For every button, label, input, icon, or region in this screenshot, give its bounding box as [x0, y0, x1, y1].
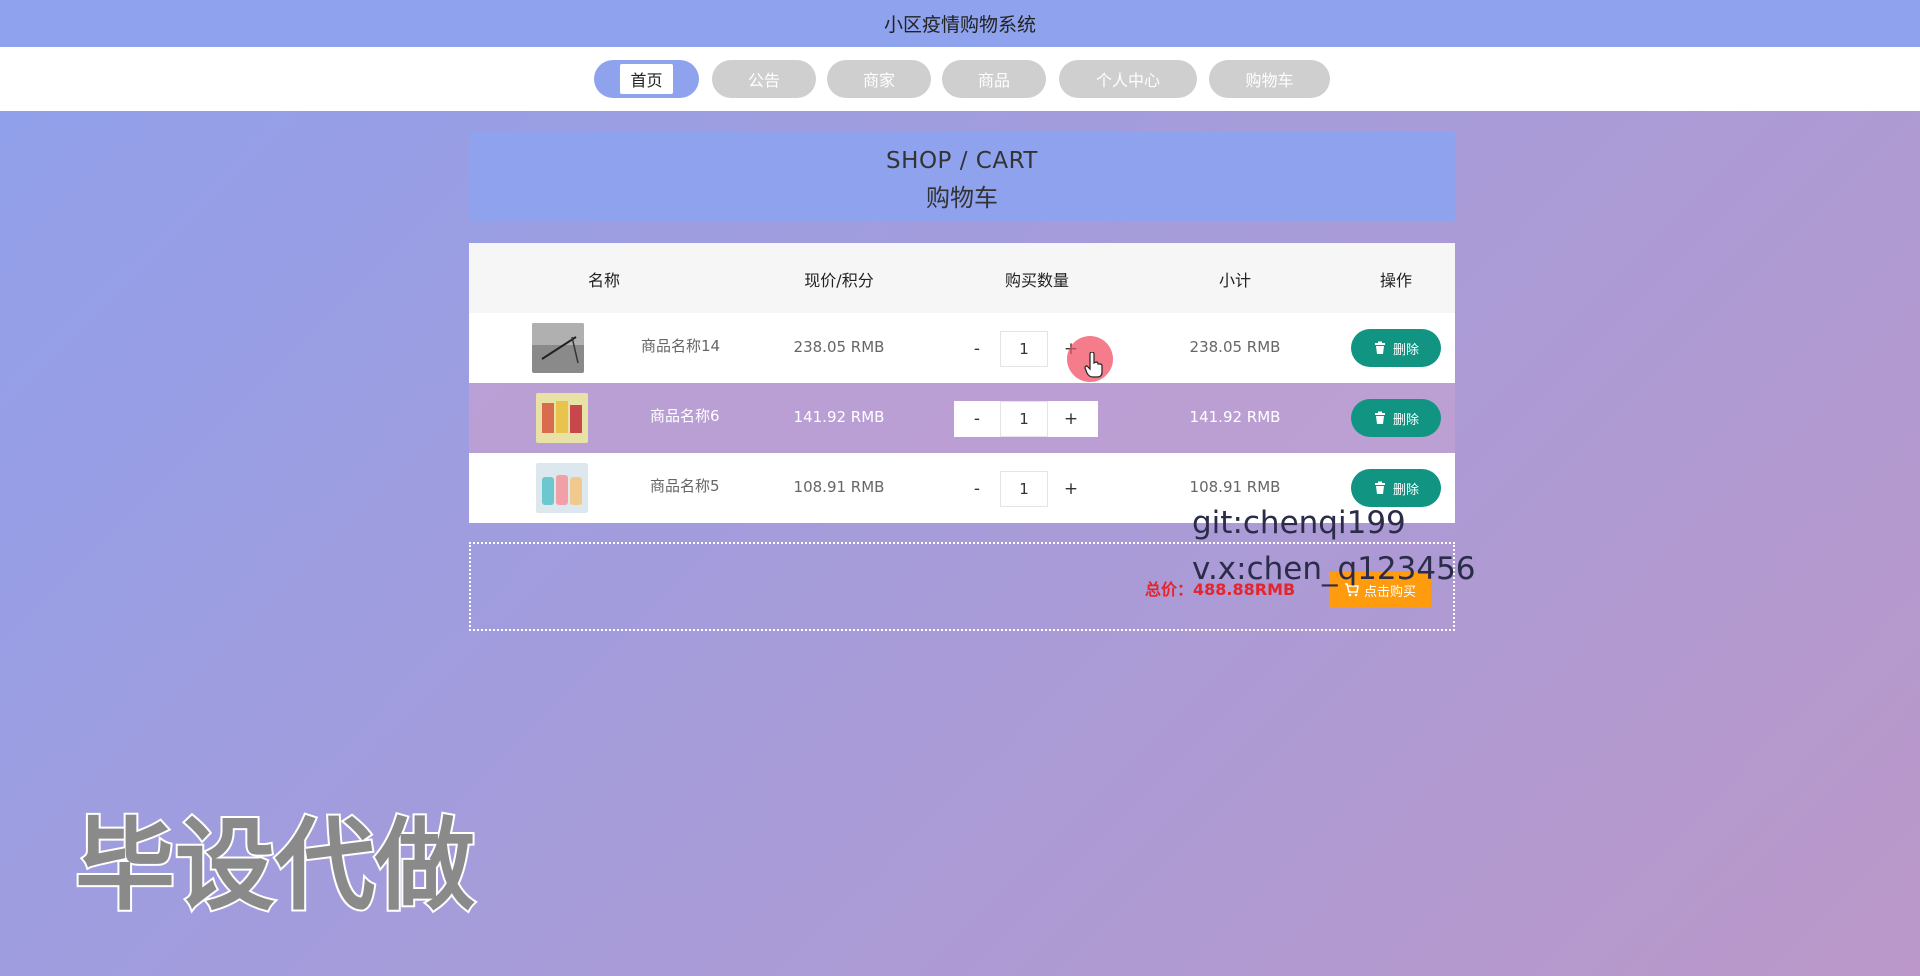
- nav-item-label: 商家: [852, 64, 905, 94]
- nav-item-notice[interactable]: 公告: [712, 60, 816, 98]
- header-qty: 购买数量: [1004, 271, 1070, 290]
- total-label: 总价：: [1145, 580, 1194, 599]
- nav-item-label: 首页: [620, 64, 673, 94]
- qty-minus-button[interactable]: -: [954, 339, 1000, 359]
- nav-item-label: 购物车: [1235, 64, 1304, 94]
- delete-button[interactable]: 删除: [1351, 399, 1441, 437]
- hand-cursor-icon: [1084, 352, 1103, 378]
- product-image: [536, 393, 588, 443]
- trash-icon: [1374, 481, 1385, 494]
- section-title-en: SHOP / CART: [886, 148, 1038, 174]
- title-bar: 小区疫情购物系统: [0, 0, 1920, 47]
- section-header: SHOP / CART 购物车: [469, 131, 1455, 221]
- qty-minus-button[interactable]: -: [954, 479, 1000, 499]
- qty-input[interactable]: 1: [1000, 471, 1048, 507]
- nav-item-cart[interactable]: 购物车: [1209, 60, 1330, 98]
- cart-table-header: 名称 现价/积分 购买数量 小计 操作: [469, 243, 1455, 313]
- nav-item-home[interactable]: 首页: [594, 60, 699, 98]
- delete-label: 删除: [1392, 412, 1419, 428]
- product-subtotal: 238.05 RMB: [1189, 338, 1281, 356]
- delete-button[interactable]: 删除: [1351, 469, 1441, 507]
- product-name: 商品名称14: [641, 337, 721, 355]
- table-row: 商品名称14 238.05 RMB - 1 + 238.05 RMB 删除: [469, 313, 1455, 383]
- nav-item-profile[interactable]: 个人中心: [1059, 60, 1197, 98]
- header-action: 操作: [1379, 271, 1413, 290]
- table-row: 商品名称6 141.92 RMB - 1 + 141.92 RMB 删除: [469, 383, 1455, 453]
- qty-plus-button[interactable]: +: [1048, 409, 1094, 429]
- overlay-vx-text: v.x:chen_q123456: [1192, 551, 1476, 587]
- delete-label: 删除: [1392, 342, 1419, 358]
- product-image: [532, 323, 584, 373]
- delete-button[interactable]: 删除: [1351, 329, 1441, 367]
- app-title: 小区疫情购物系统: [883, 14, 1036, 36]
- nav-item-label: 商品: [967, 64, 1020, 94]
- product-price: 108.91 RMB: [793, 478, 885, 496]
- qty-input[interactable]: 1: [1000, 331, 1048, 367]
- nav-item-products[interactable]: 商品: [942, 60, 1046, 98]
- product-image: [536, 463, 588, 513]
- cart-table: 名称 现价/积分 购买数量 小计 操作 商品名称14 238.05 RMB - …: [469, 243, 1455, 523]
- section-title-cn: 购物车: [926, 184, 998, 212]
- trash-icon: [1374, 341, 1385, 354]
- qty-input[interactable]: 1: [1000, 401, 1048, 437]
- nav-item-merchant[interactable]: 商家: [827, 60, 931, 98]
- nav-item-label: 个人中心: [1085, 64, 1170, 94]
- header-subtotal: 小计: [1218, 271, 1252, 290]
- delete-label: 删除: [1392, 482, 1419, 498]
- product-subtotal: 108.91 RMB: [1189, 478, 1281, 496]
- header-price: 现价/积分: [804, 271, 874, 290]
- quantity-stepper: - 1 +: [954, 471, 1098, 507]
- quantity-stepper: - 1 +: [954, 401, 1098, 437]
- header-name: 名称: [587, 271, 621, 290]
- qty-plus-button[interactable]: +: [1048, 479, 1094, 499]
- product-price: 238.05 RMB: [793, 338, 885, 356]
- product-name: 商品名称5: [650, 477, 720, 495]
- overlay-git-text: git:chenqi199: [1192, 505, 1406, 541]
- product-name: 商品名称6: [650, 407, 720, 425]
- qty-minus-button[interactable]: -: [954, 409, 1000, 429]
- watermark: 毕设代做: [73, 805, 477, 920]
- product-price: 141.92 RMB: [793, 408, 885, 426]
- watermark-text: 毕设代做: [75, 807, 475, 920]
- product-subtotal: 141.92 RMB: [1189, 408, 1281, 426]
- nav-bar: 首页 公告 商家 商品 个人中心 购物车: [0, 47, 1920, 111]
- nav-item-label: 公告: [737, 64, 790, 94]
- trash-icon: [1374, 411, 1385, 424]
